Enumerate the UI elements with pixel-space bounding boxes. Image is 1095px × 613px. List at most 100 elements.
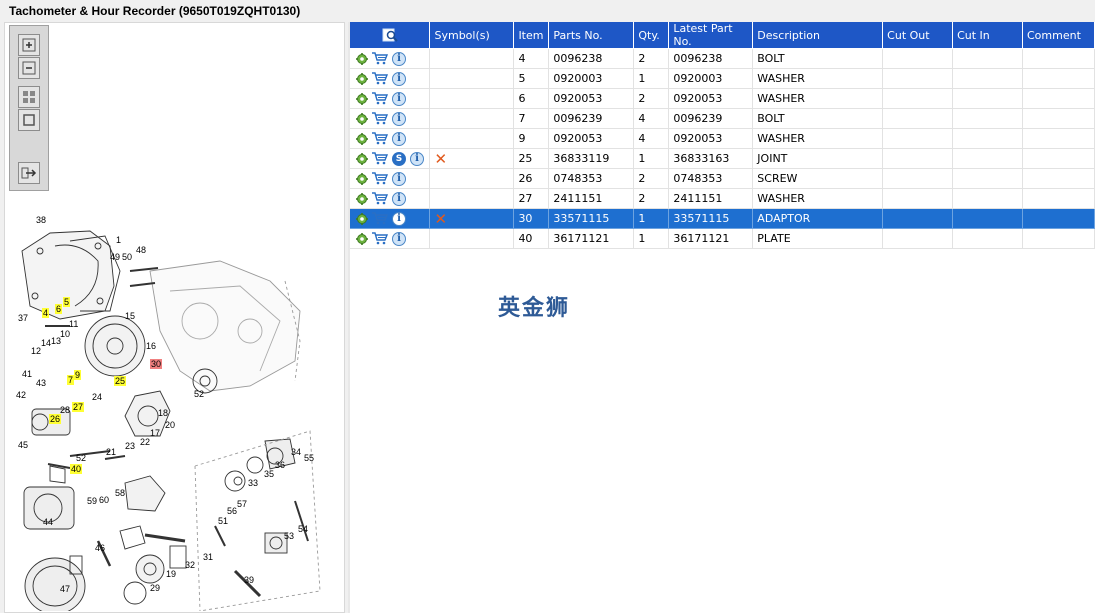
- cart-icon[interactable]: [372, 152, 388, 165]
- callout-54[interactable]: 54: [298, 524, 308, 534]
- callout-27[interactable]: 27: [72, 402, 85, 412]
- callout-28[interactable]: 28: [60, 405, 70, 415]
- info-icon[interactable]: i: [392, 131, 406, 146]
- diagram-panel[interactable]: 38 1 49 50 48 37 4 6 5 15 10 11 14 13 12…: [4, 22, 345, 613]
- cart-icon[interactable]: [372, 212, 388, 225]
- gear-icon[interactable]: [356, 212, 368, 225]
- info-icon[interactable]: i: [392, 231, 406, 246]
- column-header-cut-in[interactable]: Cut In: [952, 22, 1023, 49]
- column-header-item[interactable]: Item: [513, 22, 550, 49]
- table-row[interactable]: i 9 0920053 4 0920053 WASHER: [350, 128, 1095, 149]
- info-icon[interactable]: i: [392, 191, 406, 206]
- table-row[interactable]: i ✕ 30 33571115 1 33571115 ADAPTOR: [350, 208, 1095, 229]
- zoom-out-button[interactable]: [18, 57, 40, 79]
- cart-icon[interactable]: [372, 52, 388, 65]
- callout-58[interactable]: 58: [115, 488, 125, 498]
- info-icon[interactable]: i: [392, 171, 406, 186]
- gear-icon[interactable]: [356, 132, 368, 145]
- callout-16[interactable]: 16: [146, 341, 156, 351]
- column-header-qty[interactable]: Qty.: [633, 22, 670, 49]
- callout-57[interactable]: 57: [237, 499, 247, 509]
- callout-35[interactable]: 35: [264, 469, 274, 479]
- table-row[interactable]: i 7 0096239 4 0096239 BOLT: [350, 108, 1095, 129]
- callout-33[interactable]: 33: [248, 478, 258, 488]
- callout-32[interactable]: 32: [185, 560, 195, 570]
- table-row[interactable]: i 40 36171121 1 36171121 PLATE: [350, 228, 1095, 249]
- s-badge-icon[interactable]: S: [392, 151, 406, 166]
- callout-19[interactable]: 19: [166, 569, 176, 579]
- callout-11[interactable]: 11: [69, 319, 78, 329]
- zoom-in-button[interactable]: [18, 34, 40, 56]
- gear-icon[interactable]: [356, 112, 368, 125]
- fit-page-button[interactable]: [18, 109, 40, 131]
- callout-7[interactable]: 7: [67, 375, 75, 385]
- fit-all-button[interactable]: [18, 86, 40, 108]
- column-header-cut-out[interactable]: Cut Out: [882, 22, 954, 49]
- callout-18[interactable]: 18: [158, 408, 168, 418]
- callout-12[interactable]: 12: [31, 346, 41, 356]
- callout-52b[interactable]: 52: [76, 453, 86, 463]
- column-header-parts-no[interactable]: Parts No.: [548, 22, 635, 49]
- column-header-latest-part-no[interactable]: Latest Part No.: [668, 22, 754, 49]
- callout-43[interactable]: 43: [36, 378, 46, 388]
- table-row[interactable]: i 26 0748353 2 0748353 SCREW: [350, 168, 1095, 189]
- callout-4[interactable]: 4: [42, 308, 50, 318]
- callout-49[interactable]: 49: [110, 252, 120, 262]
- info-icon[interactable]: i: [392, 111, 406, 126]
- callout-42[interactable]: 42: [16, 390, 26, 400]
- callout-34[interactable]: 34: [291, 447, 301, 457]
- callout-10[interactable]: 10: [60, 329, 70, 339]
- info-icon[interactable]: i: [392, 71, 406, 86]
- callout-20[interactable]: 20: [165, 420, 175, 430]
- column-header-comment[interactable]: Comment: [1022, 22, 1095, 49]
- callout-25[interactable]: 25: [114, 376, 127, 386]
- callout-55[interactable]: 55: [304, 453, 314, 463]
- table-row[interactable]: i 5 0920003 1 0920003 WASHER: [350, 68, 1095, 89]
- table-row[interactable]: Si ✕ 25 36833119 1 36833163 JOINT: [350, 148, 1095, 169]
- callout-45[interactable]: 45: [18, 440, 28, 450]
- gear-icon[interactable]: [356, 152, 368, 165]
- callout-38[interactable]: 38: [36, 215, 46, 225]
- callout-21[interactable]: 21: [106, 447, 116, 457]
- info-icon[interactable]: i: [392, 211, 406, 226]
- callout-26[interactable]: 26: [49, 414, 62, 424]
- callout-30[interactable]: 30: [150, 359, 163, 369]
- callout-22[interactable]: 22: [140, 437, 150, 447]
- callout-59[interactable]: 59: [87, 496, 97, 506]
- callout-41[interactable]: 41: [22, 369, 32, 379]
- cart-icon[interactable]: [372, 112, 388, 125]
- callout-24[interactable]: 24: [92, 392, 102, 402]
- table-row[interactable]: i 27 2411151 2 2411151 WASHER: [350, 188, 1095, 209]
- gear-icon[interactable]: [356, 192, 368, 205]
- callout-52a[interactable]: 52: [194, 389, 204, 399]
- column-header-description[interactable]: Description: [752, 22, 884, 49]
- callout-46[interactable]: 46: [95, 543, 105, 553]
- cart-icon[interactable]: [372, 232, 388, 245]
- callout-47[interactable]: 47: [60, 584, 70, 594]
- gear-icon[interactable]: [356, 232, 368, 245]
- export-button[interactable]: [18, 162, 40, 184]
- callout-56[interactable]: 56: [227, 506, 237, 516]
- callout-15[interactable]: 15: [125, 311, 135, 321]
- callout-44[interactable]: 44: [43, 517, 53, 527]
- table-row[interactable]: i 4 0096238 2 0096238 BOLT: [350, 48, 1095, 69]
- search-parts-icon[interactable]: [382, 28, 398, 42]
- cart-icon[interactable]: [372, 172, 388, 185]
- callout-29[interactable]: 29: [150, 583, 160, 593]
- cart-icon[interactable]: [372, 92, 388, 105]
- gear-icon[interactable]: [356, 172, 368, 185]
- callout-17[interactable]: 17: [150, 428, 160, 438]
- callout-1[interactable]: 1: [116, 235, 121, 245]
- column-header-symbols[interactable]: Symbol(s): [429, 22, 515, 49]
- info-icon[interactable]: i: [392, 91, 406, 106]
- callout-23[interactable]: 23: [125, 441, 135, 451]
- callout-53[interactable]: 53: [284, 531, 294, 541]
- callout-50[interactable]: 50: [122, 252, 132, 262]
- callout-51[interactable]: 51: [218, 516, 228, 526]
- gear-icon[interactable]: [356, 92, 368, 105]
- callout-6[interactable]: 6: [55, 304, 63, 314]
- callout-39[interactable]: 39: [244, 575, 254, 585]
- callout-36[interactable]: 36: [275, 460, 285, 470]
- info-icon[interactable]: i: [392, 51, 406, 66]
- callout-5[interactable]: 5: [63, 297, 71, 307]
